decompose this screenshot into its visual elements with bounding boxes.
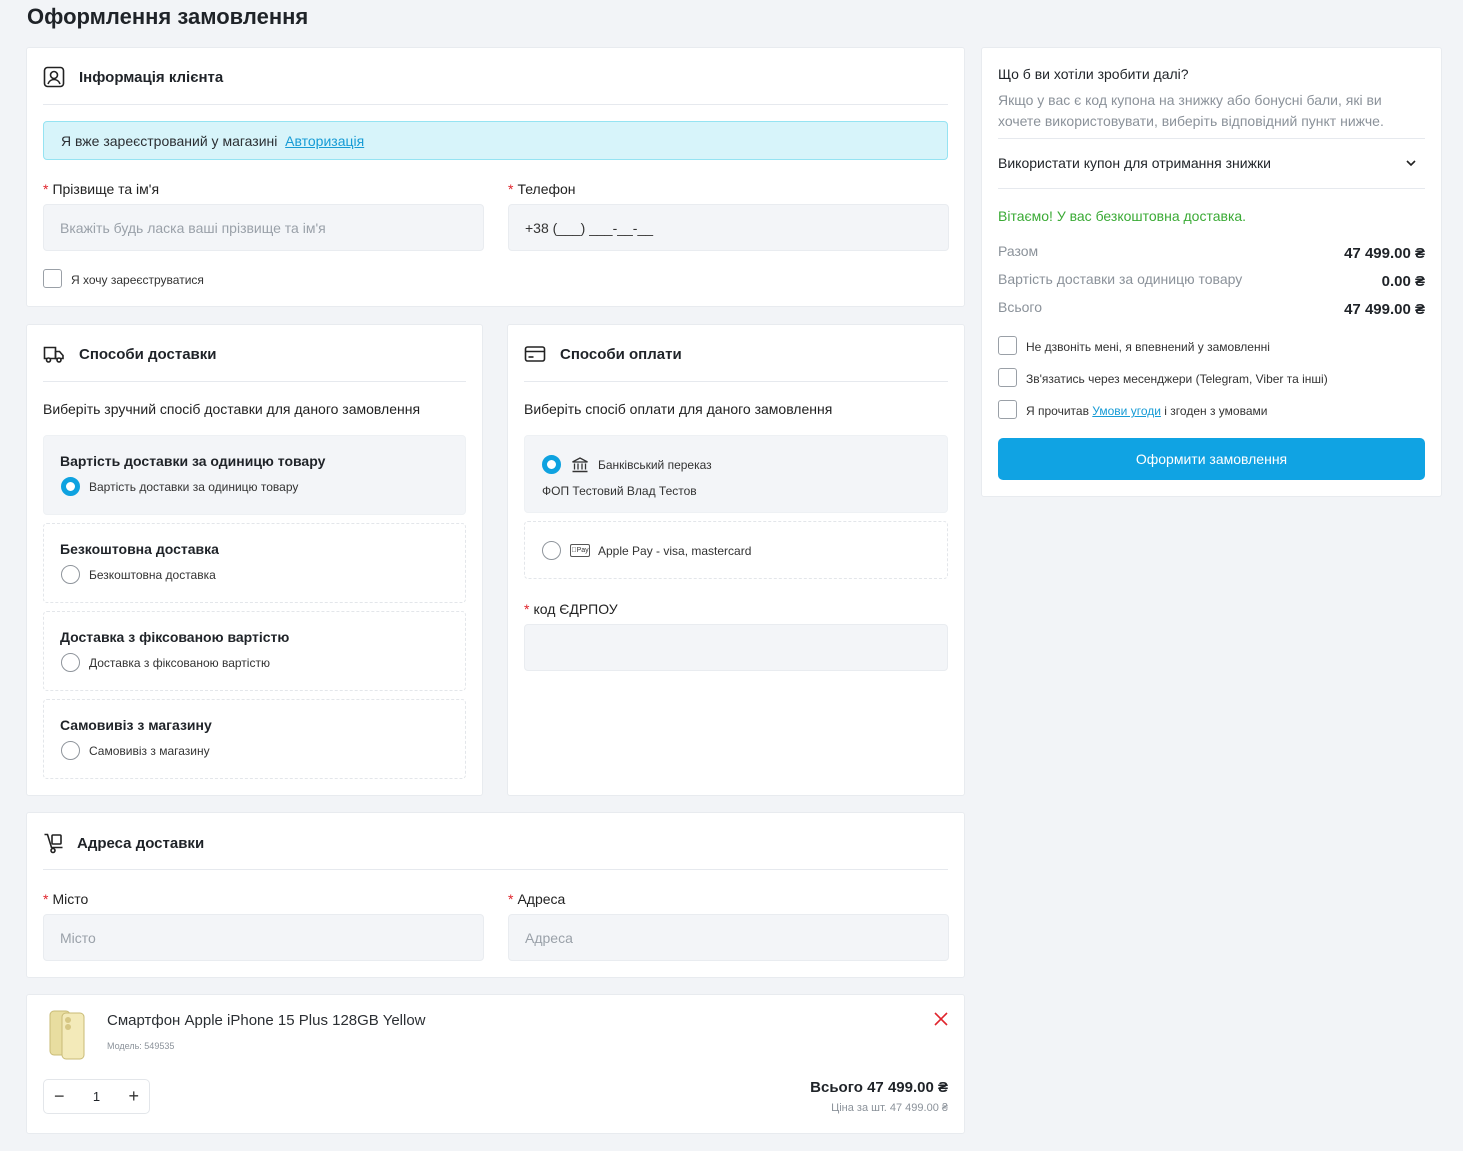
summary-hint: Якщо у вас є код купона на знижку або бо…	[998, 92, 1384, 129]
option-radio-label: Вартість доставки за одиницю товару	[89, 480, 299, 494]
messenger-label: Зв'язатись через месенджери (Telegram, V…	[1026, 372, 1328, 386]
delivery-card: Способи доставки Виберіть зручний спосіб…	[26, 324, 483, 796]
delivery-option[interactable]: Вартість доставки за одиницю товару Варт…	[43, 435, 466, 515]
quantity-value[interactable]: 1	[93, 1089, 100, 1104]
free-delivery-message: Вітаємо! У вас безкоштовна доставка.	[998, 208, 1247, 224]
city-label: * Місто	[43, 891, 89, 907]
registered-notice: Я вже зареєстрований у магазині Авториза…	[43, 121, 948, 160]
payment-option[interactable]: Pay Apple Pay - visa, mastercard	[524, 521, 948, 579]
payment-header: Способи оплати	[524, 343, 682, 365]
delivery-radio[interactable]	[61, 477, 80, 496]
truck-icon	[43, 346, 64, 363]
option-title: Доставка з фіксованою вартістю	[60, 629, 290, 645]
register-label: Я хочу зареєструватися	[71, 273, 204, 287]
registered-text: Я вже зареєстрований у магазині	[61, 132, 278, 149]
option-radio-label: Доставка з фіксованою вартістю	[89, 656, 270, 670]
item-total: Всього 47 499.00 ₴	[810, 1079, 948, 1096]
remove-icon[interactable]	[934, 1012, 948, 1026]
coupon-toggle[interactable]: Використати купон для отримання знижки	[998, 142, 1425, 184]
name-label: * Прізвище та ім'я	[43, 181, 160, 197]
section-title: Способи доставки	[79, 345, 217, 363]
address-header: Адреса доставки	[43, 832, 204, 854]
cart-item-card: Смартфон Apple iPhone 15 Plus 128GB Yell…	[26, 994, 965, 1134]
option-radio-label: Безкоштовна доставка	[89, 568, 216, 582]
section-title: Способи оплати	[560, 345, 682, 363]
payment-card: Способи оплати Виберіть спосіб оплати дл…	[507, 324, 965, 796]
total-label: Всього	[998, 299, 1043, 315]
payment-option-label: Банківський переказ	[598, 458, 712, 472]
name-input[interactable]: Вкажіть будь ласка ваші прізвище та ім'я	[43, 204, 484, 251]
no-call-checkbox[interactable]	[998, 336, 1017, 355]
customer-info-header: Інформація клієнта	[43, 66, 223, 88]
city-input[interactable]: Місто	[43, 914, 484, 961]
product-model: Модель: 549535	[107, 1041, 175, 1051]
delivery-radio[interactable]	[61, 741, 80, 760]
delivery-option[interactable]: Доставка з фіксованою вартістю Доставка …	[43, 611, 466, 691]
apple-pay-icon: Pay	[570, 544, 590, 557]
total-value: 47 499.00 ₴	[1344, 301, 1425, 318]
total-value: 0.00 ₴	[1381, 273, 1425, 290]
register-checkbox[interactable]	[43, 269, 62, 288]
section-title: Адреса доставки	[77, 834, 205, 852]
payment-radio[interactable]	[542, 541, 561, 560]
place-order-button[interactable]: Оформити замовлення	[998, 438, 1425, 480]
edrpou-label: * код ЄДРПОУ	[524, 601, 618, 617]
customer-info-card: Інформація клієнта Я вже зареєстрований …	[26, 47, 965, 307]
bank-icon	[572, 457, 588, 473]
address-card: Адреса доставки * Місто Місто * Адреса Адр…	[26, 812, 965, 978]
option-title: Вартість доставки за одиницю товару	[60, 453, 326, 469]
order-summary-card: Що б ви хотіли зробити далі? Якщо у вас …	[981, 47, 1442, 497]
quantity-stepper: − 1 +	[43, 1079, 150, 1114]
delivery-subtitle: Виберіть зручний спосіб доставки для дан…	[43, 401, 421, 417]
increase-button[interactable]: +	[128, 1086, 139, 1107]
decrease-button[interactable]: −	[54, 1086, 65, 1107]
phone-label: * Телефон	[508, 181, 576, 197]
option-radio-label: Самовивіз з магазину	[89, 744, 210, 758]
edrpou-input[interactable]	[524, 624, 948, 671]
address-label: * Адреса	[508, 891, 566, 907]
section-title: Інформація клієнта	[79, 68, 224, 86]
terms-link[interactable]: Умови угоди	[1092, 404, 1161, 418]
hand-truck-icon	[44, 833, 63, 854]
total-label: Разом	[998, 243, 1039, 259]
terms-label: Я прочитав Умови угоди і згоден з умовам…	[1026, 404, 1268, 418]
option-title: Безкоштовна доставка	[60, 541, 219, 557]
delivery-option[interactable]: Безкоштовна доставка Безкоштовна доставк…	[43, 523, 466, 603]
page-title: Оформлення замовлення	[27, 4, 309, 29]
coupon-label: Використати купон для отримання знижки	[998, 155, 1271, 171]
item-unit-price: Ціна за шт. 47 499.00 ₴	[831, 1102, 948, 1114]
option-title: Самовивіз з магазину	[60, 717, 212, 733]
terms-checkbox[interactable]	[998, 400, 1017, 419]
payment-radio[interactable]	[542, 455, 561, 474]
messenger-checkbox[interactable]	[998, 368, 1017, 387]
phone-input[interactable]: +38 (___) ___-__-__	[508, 204, 949, 251]
address-input[interactable]: Адреса	[508, 914, 949, 961]
user-icon	[43, 66, 65, 88]
payment-subtitle: Виберіть спосіб оплати для даного замовл…	[524, 401, 833, 417]
login-link[interactable]: Авторизація	[285, 133, 364, 149]
total-value: 47 499.00 ₴	[1344, 245, 1425, 262]
credit-card-icon	[524, 346, 546, 362]
chevron-down-icon	[1406, 160, 1416, 167]
delivery-option[interactable]: Самовивіз з магазину Самовивіз з магазин…	[43, 699, 466, 779]
payment-option-sub: ФОП Тестовий Влад Тестов	[542, 484, 697, 498]
no-call-label: Не дзвоніть мені, я впевнений у замовлен…	[1026, 340, 1270, 354]
payment-option[interactable]: Банківський переказ ФОП Тестовий Влад Те…	[524, 435, 948, 513]
product-image	[49, 1010, 85, 1060]
summary-question: Що б ви хотіли зробити далі?	[998, 66, 1189, 82]
delivery-radio[interactable]	[61, 565, 80, 584]
product-name[interactable]: Смартфон Apple iPhone 15 Plus 128GB Yell…	[107, 1012, 426, 1029]
delivery-radio[interactable]	[61, 653, 80, 672]
payment-option-label: Apple Pay - visa, mastercard	[598, 544, 752, 558]
total-label: Вартість доставки за одиницю товару	[998, 271, 1243, 287]
delivery-header: Способи доставки	[43, 343, 216, 365]
